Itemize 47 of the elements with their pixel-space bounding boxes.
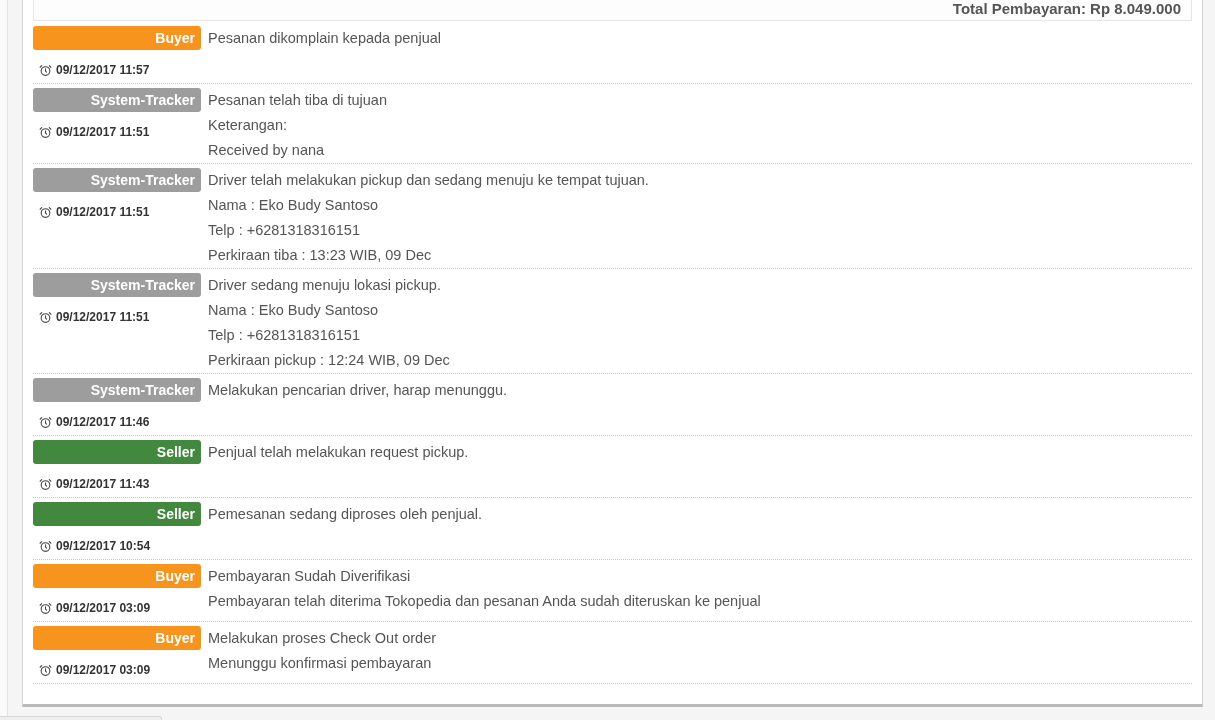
- history-text: Received by nana: [208, 141, 326, 160]
- history-text: Nama : Eko Budy Santoso: [208, 301, 380, 320]
- alarm-clock-icon: [39, 477, 52, 491]
- history-text: Telp : +6281318316151: [208, 326, 361, 345]
- history-text: Pemesanan sedang diproses oleh penjual.: [208, 505, 483, 524]
- history-text: Keterangan:: [208, 116, 288, 135]
- timestamp: 09/12/2017 11:43: [56, 476, 150, 493]
- history-text: Driver sedang menuju lokasi pickup.: [208, 276, 442, 295]
- history-text: Nama : Eko Budy Santoso: [208, 196, 380, 215]
- history-text: Perkiraan tiba : 13:23 WIB, 09 Dec: [208, 246, 433, 265]
- total-payment-text: Total Pembayaran: Rp 8.049.000: [952, 0, 1181, 19]
- history-text: Pembayaran telah diterima Tokopedia dan pesanan Anda sudah diteruskan ke penjual: [208, 592, 761, 611]
- history-text: Perkiraan pickup : 12:24 WIB, 09 Dec: [208, 351, 450, 370]
- timestamp: 09/12/2017 11:51: [56, 124, 150, 141]
- timestamp: 09/12/2017 03:09: [56, 662, 151, 679]
- history-text: Melakukan pencarian driver, harap menunggu.: [208, 381, 508, 400]
- alarm-clock-icon: [39, 63, 52, 77]
- history-text: Menunggu konfirmasi pembayaran: [208, 654, 433, 673]
- alarm-clock-icon: [39, 415, 52, 429]
- timestamp: 09/12/2017 10:54: [56, 538, 151, 555]
- history-text: Pesanan telah tiba di tujuan: [208, 91, 387, 110]
- timestamp: 09/12/2017 03:09: [56, 600, 151, 617]
- actor-badge: System-Tracker: [33, 168, 201, 192]
- history-text: Penjual telah melakukan request pickup.: [208, 443, 469, 462]
- alarm-clock-icon: [39, 310, 52, 324]
- alarm-clock-icon: [39, 663, 52, 677]
- actor-badge: Buyer: [33, 26, 201, 50]
- actor-badge: Seller: [33, 502, 201, 526]
- alarm-clock-icon: [39, 205, 52, 219]
- alarm-clock-icon: [39, 125, 52, 139]
- actor-badge: Buyer: [33, 564, 201, 588]
- history-text: Telp : +6281318316151: [208, 221, 361, 240]
- timestamp: 09/12/2017 11:51: [56, 309, 150, 326]
- actor-badge: Seller: [33, 440, 201, 464]
- history-text: Pesanan dikomplain kepada penjual: [208, 29, 441, 48]
- timestamp: 09/12/2017 11:46: [56, 414, 150, 431]
- history-text: Melakukan proses Check Out order: [208, 629, 437, 648]
- alarm-clock-icon: [39, 601, 52, 615]
- history-text: Driver telah melakukan pickup dan sedang menuju ke tempat tujuan.: [208, 171, 649, 190]
- alarm-clock-icon: [39, 539, 52, 553]
- timestamp: 09/12/2017 11:51: [56, 204, 150, 221]
- actor-badge: System-Tracker: [33, 378, 201, 402]
- actor-badge: System-Tracker: [33, 273, 201, 297]
- timestamp: 09/12/2017 11:57: [56, 62, 150, 79]
- actor-badge: Buyer: [33, 626, 201, 650]
- history-text: Pembayaran Sudah Diverifikasi: [208, 567, 412, 586]
- actor-badge: System-Tracker: [33, 88, 201, 112]
